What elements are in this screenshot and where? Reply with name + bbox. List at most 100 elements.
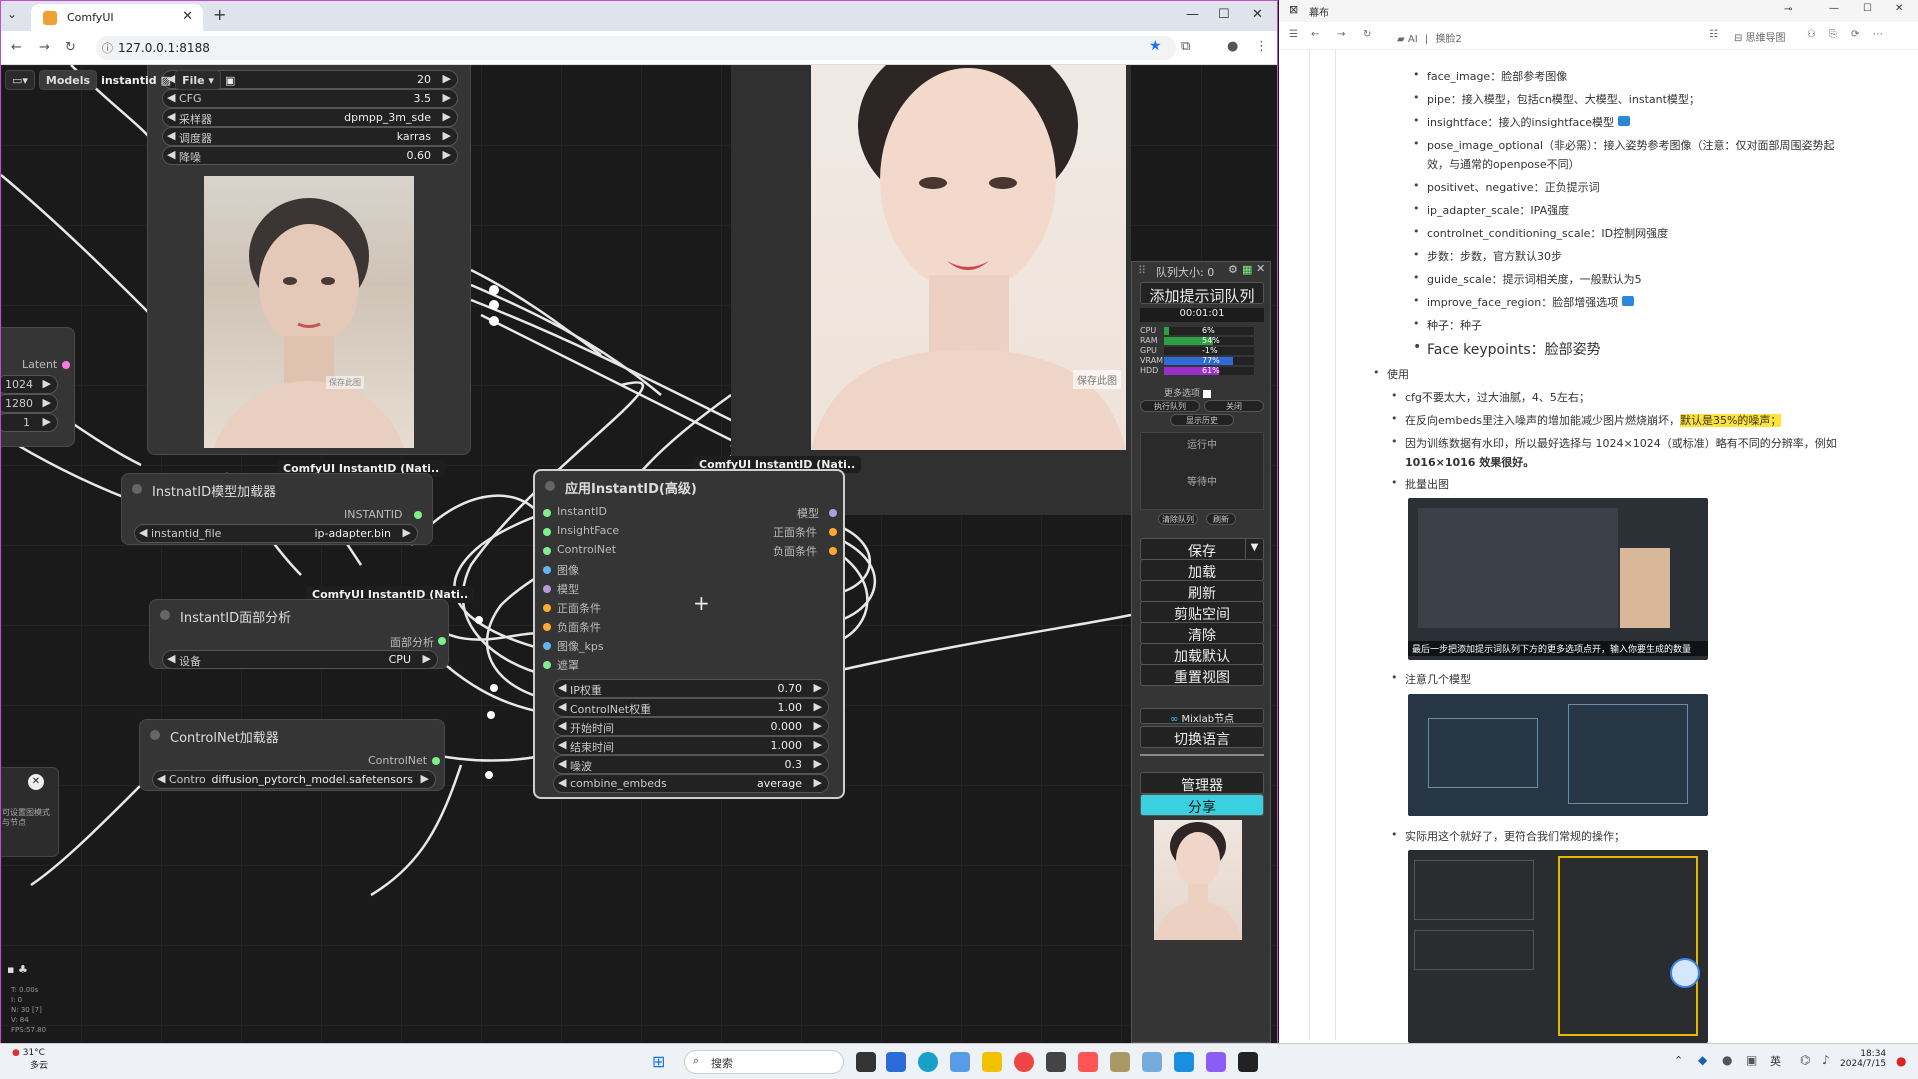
decrement-icon[interactable]: ◀ bbox=[558, 757, 566, 770]
close-window-icon[interactable]: ✕ bbox=[1895, 3, 1903, 14]
ksampler-node[interactable]: ◀ 20 ▶ ◀ CFG 3.5 ▶ ◀ 采样器 dpmpp_3m_sde ▶ … bbox=[147, 65, 471, 455]
app-icon[interactable] bbox=[1046, 1052, 1066, 1072]
forward-icon[interactable]: → bbox=[39, 40, 50, 55]
collapse-dot-icon[interactable] bbox=[545, 481, 555, 491]
increment-icon[interactable]: ▶ bbox=[421, 772, 429, 785]
increment-icon[interactable]: ▶ bbox=[423, 652, 431, 665]
decrement-icon[interactable]: ◀ bbox=[167, 129, 175, 142]
scheduler-widget[interactable]: ◀ 调度器 karras ▶ bbox=[162, 127, 458, 146]
clipspace-button[interactable]: 剪贴空间 bbox=[1140, 601, 1264, 623]
save-button[interactable]: 保存 ▼ bbox=[1140, 538, 1264, 560]
app-icon[interactable] bbox=[1206, 1052, 1226, 1072]
list-item[interactable]: 注意几个模型 bbox=[1391, 671, 1471, 687]
increment-icon[interactable]: ▶ bbox=[43, 377, 51, 390]
list-item[interactable]: pipe：接入模型，包括cn模型、大模型、instant模型； bbox=[1413, 91, 1700, 107]
face-analysis-node[interactable]: InstantID面部分析 面部分析 ◀ 设备 CPU ▶ bbox=[149, 599, 449, 669]
close-window-icon[interactable]: ✕ bbox=[1252, 7, 1263, 22]
more-options-label[interactable]: 更多选项 bbox=[1164, 386, 1211, 399]
app-icon[interactable] bbox=[1078, 1052, 1098, 1072]
decrement-icon[interactable]: ◀ bbox=[167, 91, 175, 104]
increment-icon[interactable]: ▶ bbox=[443, 148, 451, 161]
tray-app-icon[interactable]: ▣ bbox=[1746, 1053, 1757, 1067]
drag-handle-icon[interactable]: ⠿ bbox=[1138, 264, 1146, 277]
picture-icon[interactable]: ▦ bbox=[1242, 263, 1252, 276]
reload-icon[interactable]: ↻ bbox=[65, 40, 76, 55]
share-icon[interactable]: ⚇ bbox=[1807, 29, 1816, 40]
workflow-screenshot-image[interactable] bbox=[1408, 850, 1708, 1043]
volume-icon[interactable]: ♪ bbox=[1822, 1053, 1830, 1067]
instantid-file-widget[interactable]: ◀ instantid_file ip-adapter.bin ▶ bbox=[134, 524, 418, 543]
tab-list-chevron-icon[interactable]: ⌄ bbox=[7, 7, 17, 21]
input-dot-model[interactable] bbox=[543, 585, 551, 593]
increment-icon[interactable]: ▶ bbox=[443, 72, 451, 85]
decrement-icon[interactable]: ◀ bbox=[139, 526, 147, 539]
close-button[interactable]: 关闭 bbox=[1204, 400, 1264, 412]
collapse-dot-icon[interactable] bbox=[160, 610, 170, 620]
notification-bell-icon[interactable]: ● bbox=[1896, 1054, 1906, 1068]
clock[interactable]: 18:34 2024/7/15 bbox=[1840, 1049, 1886, 1069]
app-icon[interactable] bbox=[1238, 1052, 1258, 1072]
output-dot-positive[interactable] bbox=[829, 528, 837, 536]
more-options-checkbox[interactable] bbox=[1202, 389, 1211, 398]
increment-icon[interactable]: ▶ bbox=[814, 719, 822, 732]
app-icon[interactable] bbox=[1142, 1052, 1162, 1072]
list-item[interactable]: cfg不要太大，过大油腻，4、5左右； bbox=[1391, 389, 1590, 405]
decrement-icon[interactable]: ◀ bbox=[558, 700, 566, 713]
collapse-dot-icon[interactable] bbox=[150, 730, 160, 740]
list-item[interactable]: 因为训练数据有水印，所以最好选择与 1024×1024（或标准）略有不同的分辨率… bbox=[1391, 435, 1837, 451]
list-item[interactable]: 在反向embeds里注入噪声的增加能减少图片燃烧崩坏，默认是35%的噪声； bbox=[1391, 412, 1782, 428]
height-widget[interactable]: 1280 ▶ bbox=[1, 394, 58, 413]
minimize-icon[interactable]: — bbox=[1186, 7, 1199, 22]
decrement-icon[interactable]: ◀ bbox=[558, 719, 566, 732]
breadcrumb-doc[interactable]: 换脸2 bbox=[1435, 34, 1461, 45]
browser-menu-icon[interactable]: ⋮ bbox=[1255, 39, 1268, 54]
assistant-avatar-icon[interactable] bbox=[1670, 958, 1700, 988]
image-icon[interactable]: ▨ bbox=[161, 74, 171, 87]
clear-queue-button[interactable]: 清除队列 bbox=[1158, 513, 1198, 525]
batch-screenshot-image[interactable]: 最后一步把添加提示词队列下方的更多选项点开，输入你要生成的数量 bbox=[1408, 498, 1708, 660]
new-tab-icon[interactable]: + bbox=[213, 5, 226, 24]
decrement-icon[interactable]: ◀ bbox=[167, 148, 175, 161]
controlnet-weight-widget[interactable]: ◀ ControlNet权重 1.00 ▶ bbox=[553, 698, 829, 717]
close-tab-icon[interactable]: ✕ bbox=[182, 9, 193, 24]
share-button[interactable]: 分享 bbox=[1140, 794, 1264, 816]
tray-mic-icon[interactable]: ● bbox=[1722, 1053, 1732, 1067]
save-disk-icon[interactable]: ▣ bbox=[225, 74, 235, 87]
minimize-icon[interactable]: — bbox=[1829, 3, 1839, 14]
list-item[interactable]: insightface：接入的insightface模型 bbox=[1413, 114, 1630, 130]
decrement-icon[interactable]: ◀ bbox=[558, 681, 566, 694]
list-item[interactable]: 种子：种子 bbox=[1413, 317, 1482, 333]
controlnet-node-title[interactable]: ControlNet加载器 bbox=[140, 720, 444, 750]
app-icon[interactable] bbox=[1174, 1052, 1194, 1072]
apply-node-title[interactable]: 应用InstantID(高级) bbox=[535, 471, 843, 501]
tab-comfyui[interactable]: ComfyUI ✕ bbox=[31, 4, 203, 31]
weather-widget[interactable]: ● 31°C 多云 bbox=[12, 1048, 72, 1071]
queue-thumbnail[interactable] bbox=[1154, 820, 1242, 940]
decrement-icon[interactable]: ◀ bbox=[558, 738, 566, 751]
face-output-dot[interactable] bbox=[438, 637, 446, 645]
input-dot-image[interactable] bbox=[543, 566, 551, 574]
width-widget[interactable]: 1024 ▶ bbox=[1, 375, 58, 394]
workflow-name[interactable]: instantid bbox=[101, 74, 157, 87]
file-menu-button[interactable]: File ▾ bbox=[175, 70, 221, 90]
increment-icon[interactable]: ▶ bbox=[443, 91, 451, 104]
increment-icon[interactable]: ▶ bbox=[814, 757, 822, 770]
back-icon[interactable]: ← bbox=[11, 40, 22, 55]
collapse-dot-icon[interactable] bbox=[132, 484, 142, 494]
app-icon[interactable] bbox=[1110, 1052, 1130, 1072]
site-info-icon[interactable]: ⓘ bbox=[102, 40, 113, 56]
input-dot-image-kps[interactable] bbox=[543, 642, 551, 650]
folder-menu-button[interactable]: ▭▾ bbox=[5, 70, 35, 90]
bookmark-star-icon[interactable]: ★ bbox=[1149, 38, 1162, 54]
refresh-icon[interactable]: ↻ bbox=[1363, 29, 1371, 40]
decrement-icon[interactable]: ◀ bbox=[167, 652, 175, 665]
list-item-use[interactable]: 使用 bbox=[1373, 366, 1409, 382]
tray-chevron-icon[interactable]: ⌃ bbox=[1674, 1054, 1683, 1067]
input-dot-instantid[interactable] bbox=[543, 509, 551, 517]
instantid-output-dot[interactable] bbox=[414, 511, 422, 519]
list-item-heading[interactable]: Face keypoints：脸部姿势 bbox=[1413, 339, 1601, 359]
save-dropdown-icon[interactable]: ▼ bbox=[1245, 539, 1263, 559]
latent-size-node[interactable]: Latent 1024 ▶ 1280 ▶ 1 ▶ bbox=[1, 327, 75, 447]
output-preview-panel[interactable]: 保存此图 bbox=[731, 65, 1131, 515]
increment-icon[interactable]: ▶ bbox=[443, 110, 451, 123]
